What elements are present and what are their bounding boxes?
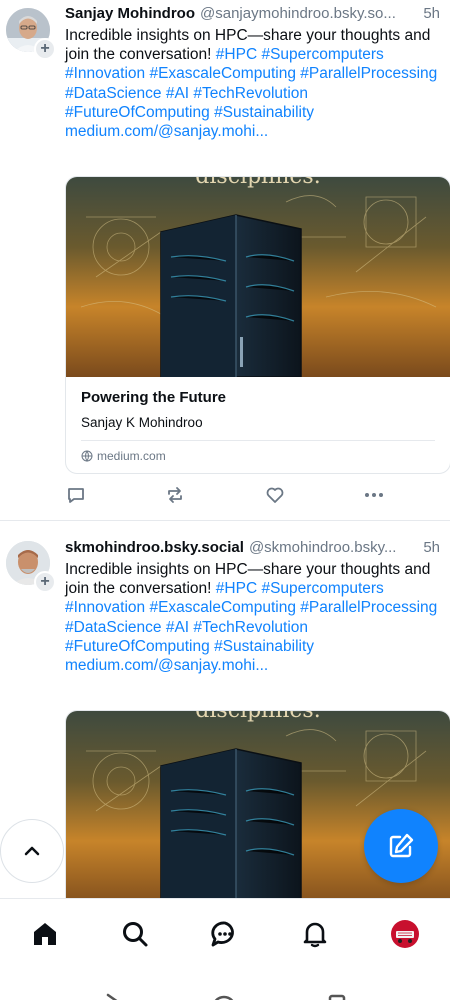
compose-post-button[interactable] bbox=[364, 809, 438, 883]
hashtag[interactable]: #FutureOfComputing bbox=[65, 104, 210, 121]
search-icon bbox=[123, 922, 148, 947]
display-name[interactable]: skmohindroo.bsky.social bbox=[65, 539, 244, 556]
scroll-to-top-button[interactable] bbox=[0, 819, 64, 883]
feed[interactable]: + Sanjay Mohindroo @sanjaymohindroo.bsky… bbox=[0, 0, 450, 898]
nav-home[interactable] bbox=[25, 914, 65, 954]
hashtag[interactable]: #ParallelProcessing bbox=[300, 599, 437, 616]
hashtag[interactable]: #Innovation bbox=[65, 599, 145, 616]
reply-icon bbox=[68, 488, 84, 503]
post-time[interactable]: 5h bbox=[423, 5, 440, 22]
hashtag[interactable]: #HPC bbox=[216, 580, 257, 597]
feed-post[interactable]: + Sanjay Mohindroo @sanjaymohindroo.bsky… bbox=[0, 0, 450, 520]
nav-notifications[interactable] bbox=[295, 914, 335, 954]
post-header: skmohindroo.bsky.social @skmohindroo.bsk… bbox=[65, 539, 440, 556]
post-content: Sanjay Mohindroo @sanjaymohindroo.bsky.s… bbox=[65, 5, 440, 141]
more-button[interactable] bbox=[363, 484, 385, 506]
hashtag[interactable]: #Innovation bbox=[65, 65, 145, 82]
bell-icon bbox=[303, 922, 327, 948]
more-icon bbox=[364, 493, 383, 497]
display-name[interactable]: Sanjay Mohindroo bbox=[65, 5, 195, 22]
divider bbox=[81, 440, 435, 441]
handle[interactable]: @skmohindroo.bsky... bbox=[249, 539, 415, 556]
hashtag[interactable]: #ExascaleComputing bbox=[149, 599, 295, 616]
like-button[interactable] bbox=[264, 484, 286, 506]
post-content: skmohindroo.bsky.social @skmohindroo.bsk… bbox=[65, 539, 440, 675]
bottom-navigation bbox=[0, 898, 450, 969]
post-header: Sanjay Mohindroo @sanjaymohindroo.bsky.s… bbox=[65, 5, 440, 22]
chevron-up-icon bbox=[24, 846, 40, 856]
nav-chat[interactable] bbox=[205, 914, 245, 954]
link-card-domain: medium.com bbox=[81, 449, 435, 463]
link-card-title: Powering the Future bbox=[81, 389, 227, 406]
hashtag[interactable]: #TechRevolution bbox=[193, 619, 308, 636]
hashtag[interactable]: #TechRevolution bbox=[193, 85, 308, 102]
follow-plus-icon[interactable]: + bbox=[34, 571, 56, 593]
follow-plus-icon[interactable]: + bbox=[34, 38, 56, 60]
link-card-domain-text: medium.com bbox=[97, 449, 166, 463]
image-caption-text: disciplines. bbox=[195, 177, 320, 189]
recents-gesture-icon bbox=[328, 994, 346, 1005]
home-icon bbox=[34, 923, 56, 945]
system-navigation-bar bbox=[0, 968, 450, 1005]
nav-profile[interactable] bbox=[385, 914, 425, 954]
reply-button[interactable] bbox=[65, 484, 87, 506]
globe-icon bbox=[81, 450, 93, 462]
post-text: Incredible insights on HPC—share your th… bbox=[65, 26, 440, 141]
link-card[interactable]: disciplines. Powering the Future Sanjay … bbox=[65, 176, 450, 474]
hashtag[interactable]: #HPC bbox=[216, 46, 257, 63]
back-gesture-icon bbox=[106, 993, 120, 1004]
post-text: Incredible insights on HPC—share your th… bbox=[65, 560, 440, 675]
repost-button[interactable] bbox=[164, 484, 186, 506]
image-caption-text: disciplines. bbox=[195, 711, 320, 723]
post-time[interactable]: 5h bbox=[423, 539, 440, 556]
hashtag[interactable]: #Supercomputers bbox=[261, 46, 383, 63]
post-link[interactable]: medium.com/@sanjay.mohi... bbox=[65, 657, 268, 674]
hashtag[interactable]: #ExascaleComputing bbox=[149, 65, 295, 82]
chat-icon bbox=[211, 921, 234, 947]
hashtag[interactable]: #FutureOfComputing bbox=[65, 638, 210, 655]
repost-icon bbox=[168, 487, 183, 503]
hashtag[interactable]: #Sustainability bbox=[214, 104, 314, 121]
nav-search[interactable] bbox=[115, 914, 155, 954]
handle[interactable]: @sanjaymohindroo.bsky.so... bbox=[200, 5, 415, 22]
post-link[interactable]: medium.com/@sanjay.mohi... bbox=[65, 123, 268, 140]
hashtag[interactable]: #AI bbox=[166, 619, 189, 636]
hashtag[interactable]: #Supercomputers bbox=[261, 580, 383, 597]
hashtag[interactable]: #ParallelProcessing bbox=[300, 65, 437, 82]
heart-icon bbox=[266, 487, 284, 503]
hashtag[interactable]: #Sustainability bbox=[214, 638, 314, 655]
link-card-description: Sanjay K Mohindroo bbox=[81, 415, 203, 430]
link-card-image: disciplines. bbox=[66, 177, 450, 377]
hashtag[interactable]: #DataScience bbox=[65, 85, 162, 102]
post-actions bbox=[65, 481, 385, 509]
hashtag[interactable]: #DataScience bbox=[65, 619, 162, 636]
profile-avatar bbox=[391, 920, 419, 948]
hashtag[interactable]: #AI bbox=[166, 85, 189, 102]
compose-icon bbox=[389, 833, 414, 858]
